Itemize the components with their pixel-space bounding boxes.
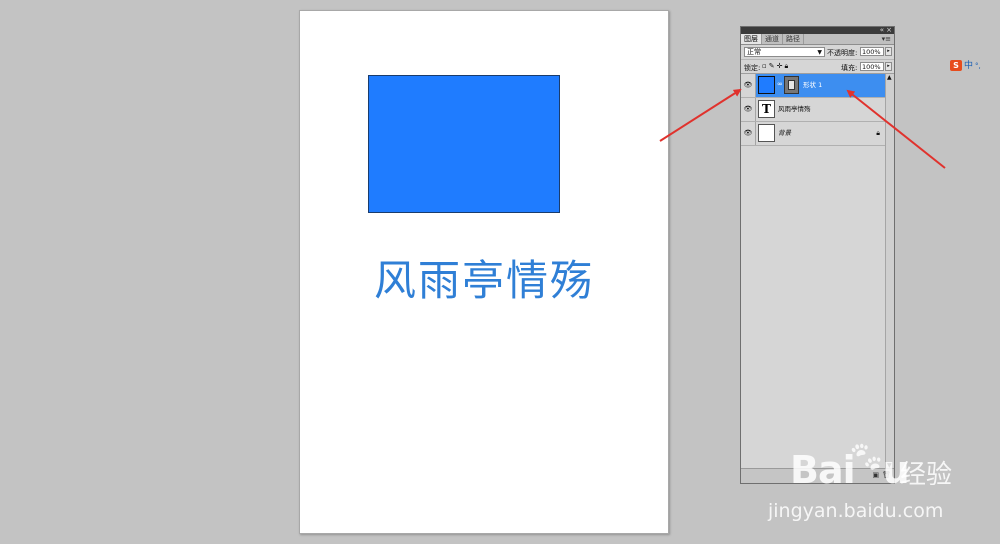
ime-indicator[interactable]: S 中 °, — [950, 60, 981, 72]
opacity-label: 不透明度: — [827, 49, 858, 57]
layers-scrollbar[interactable]: ▲ ▼ — [885, 74, 894, 469]
layers-panel: « × 图层 通道 路径 ▾≡ 正常 ▼ 不透明度: 100% ▸ 锁定: ▫✎… — [740, 26, 895, 484]
fill-label: 填充: — [841, 64, 858, 72]
layer-name: 形状 1 — [803, 81, 823, 89]
baidu-watermark: Bai u 🐾︎ 经验 jingyan.baidu.com — [768, 440, 990, 528]
eye-icon[interactable]: 👁︎ — [741, 122, 756, 145]
background-layer-thumbnail — [758, 124, 775, 142]
ime-mode[interactable]: 中 — [964, 61, 973, 71]
blend-mode-value: 正常 — [747, 48, 761, 56]
blend-mode-select[interactable]: 正常 ▼ — [744, 47, 825, 57]
layer-row-text[interactable]: 👁︎ T 风雨亭情殇 — [741, 98, 885, 122]
watermark-url: jingyan.baidu.com — [768, 500, 944, 522]
link-icon[interactable]: ∞ — [777, 80, 783, 88]
blend-opacity-row: 正常 ▼ 不透明度: 100% ▸ — [741, 45, 894, 60]
annotation-arrow-left — [659, 88, 742, 142]
shape-layer-thumbnail — [758, 76, 775, 94]
lock-transparent-icon[interactable]: ▫ — [762, 62, 769, 70]
text-layer-icon: T — [758, 100, 775, 118]
chevron-down-icon: ▼ — [817, 49, 822, 56]
panel-tabs: 图层 通道 路径 ▾≡ — [741, 34, 894, 45]
paw-icon: 🐾︎ — [847, 440, 886, 475]
lock-image-icon[interactable]: ✎ — [769, 62, 777, 70]
blue-rectangle-shape[interactable] — [368, 75, 560, 213]
fill-input[interactable]: 100% — [860, 62, 884, 71]
ime-punctuation[interactable]: °, — [975, 62, 981, 70]
lock-fill-row: 锁定: ▫✎✛🔒︎ 填充: 100% ▸ — [741, 60, 894, 74]
panel-menu-icon[interactable]: ▾≡ — [882, 34, 891, 44]
scroll-up-icon[interactable]: ▲ — [887, 74, 892, 81]
tab-channels[interactable]: 通道 — [762, 34, 783, 44]
layer-name: 风雨亭情殇 — [778, 105, 811, 113]
panel-titlebar[interactable]: « × — [741, 26, 894, 34]
document-canvas[interactable]: 风雨亭情殇 — [299, 10, 669, 534]
tab-paths[interactable]: 路径 — [783, 34, 804, 44]
lock-position-icon[interactable]: ✛ — [777, 62, 785, 70]
fill-slider-button[interactable]: ▸ — [885, 62, 892, 71]
lock-label: 锁定: — [744, 64, 761, 72]
vector-mask-thumbnail — [784, 76, 799, 94]
watermark-cn: 经验 — [900, 460, 953, 490]
collapse-icon[interactable]: « — [880, 26, 884, 34]
lock-options: ▫✎✛🔒︎ — [762, 62, 790, 71]
layer-name: 背景 — [778, 129, 791, 137]
sogou-logo-icon: S — [950, 60, 962, 71]
tab-layers[interactable]: 图层 — [741, 34, 762, 44]
eye-icon[interactable]: 👁︎ — [741, 98, 756, 121]
close-icon[interactable]: × — [886, 26, 892, 34]
layer-row-shape[interactable]: 👁︎ ∞ 形状 1 — [741, 74, 885, 98]
layers-list: 👁︎ ∞ 形状 1 👁︎ T 风雨亭情殇 👁︎ 背景 🔒︎ — [741, 74, 885, 146]
document-text[interactable]: 风雨亭情殇 — [300, 247, 668, 308]
opacity-input[interactable]: 100% — [860, 47, 884, 56]
eye-icon[interactable]: 👁︎ — [741, 74, 756, 97]
opacity-slider-button[interactable]: ▸ — [885, 47, 892, 56]
lock-all-icon[interactable]: 🔒︎ — [785, 62, 791, 70]
lock-icon: 🔒︎ — [876, 129, 880, 137]
layer-row-background[interactable]: 👁︎ 背景 🔒︎ — [741, 122, 885, 146]
